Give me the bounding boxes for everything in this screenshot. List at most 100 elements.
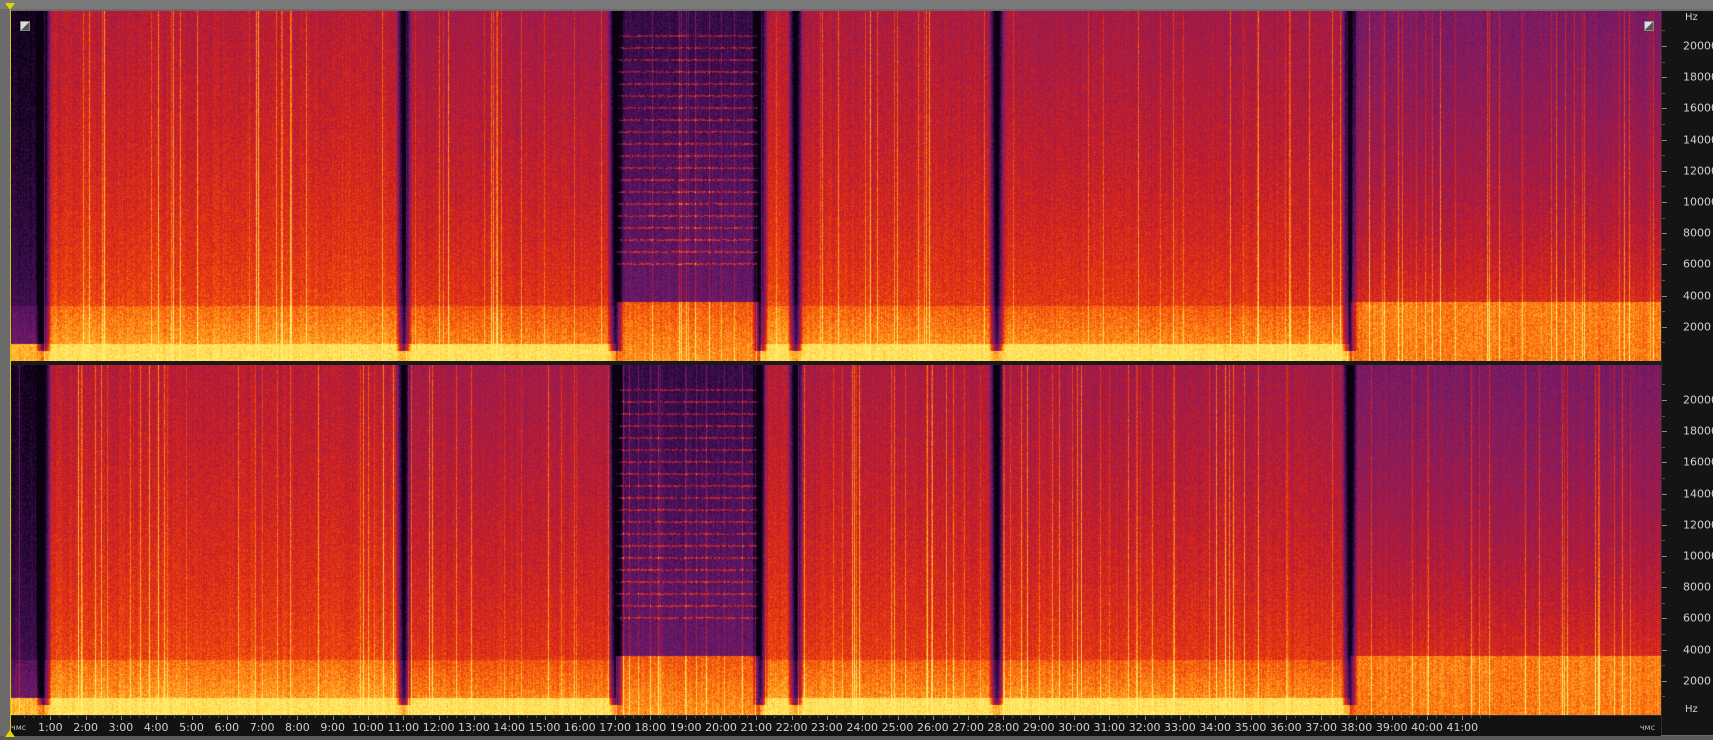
time-minor-tick <box>1065 716 1067 718</box>
frequency-tick-label: 12000 <box>1683 164 1713 178</box>
time-tick-label: 22:00 <box>775 721 808 734</box>
time-tick <box>473 716 475 720</box>
time-tick-label: 39:00 <box>1375 721 1408 734</box>
time-minor-tick <box>668 716 670 718</box>
time-tick <box>438 716 440 720</box>
time-minor-tick <box>323 716 325 718</box>
frequency-minor-tick <box>1662 540 1665 542</box>
time-tick-label: 40:00 <box>1411 721 1443 734</box>
time-tick <box>1215 716 1217 720</box>
time-minor-tick <box>1268 716 1270 718</box>
time-minor-tick <box>1444 716 1446 718</box>
frequency-tick-label: 10000 <box>1683 549 1713 563</box>
time-tick-label: 4:00 <box>143 721 169 734</box>
time-minor-tick <box>412 716 414 718</box>
time-tick-label: 19:00 <box>669 721 702 734</box>
time-tick-label: 7:00 <box>249 721 275 734</box>
frequency-minor-tick <box>1662 155 1665 157</box>
time-minor-tick <box>941 716 943 718</box>
spectrogram-canvas-top[interactable] <box>11 11 1661 361</box>
time-minor-tick <box>23 716 25 718</box>
time-tick-label: 28:00 <box>987 721 1020 734</box>
time-tick <box>1003 716 1005 720</box>
time-tick-label: 15:00 <box>528 721 561 734</box>
frequency-tick-label: 20000 <box>1683 39 1713 53</box>
frequency-tick <box>1662 649 1667 651</box>
time-tick-label: 34:00 <box>1199 721 1232 734</box>
frequency-tick-label: 2000 <box>1683 674 1711 688</box>
time-format-label: чмс <box>1639 723 1655 732</box>
time-minor-tick <box>1259 716 1261 718</box>
frequency-minor-tick <box>1662 415 1665 417</box>
time-minor-tick <box>623 716 625 718</box>
time-minor-tick <box>994 716 996 718</box>
time-minor-tick <box>315 716 317 718</box>
time-tick <box>1144 716 1146 720</box>
frequency-tick-label: 2000 <box>1683 320 1711 334</box>
time-tick <box>685 716 687 720</box>
time-minor-tick <box>1409 716 1411 718</box>
time-minor-tick <box>465 716 467 718</box>
time-minor-tick <box>1082 716 1084 718</box>
time-minor-tick <box>1241 716 1243 718</box>
time-tick <box>579 716 581 720</box>
time-minor-tick <box>500 716 502 718</box>
time-tick-label: 11:00 <box>387 721 420 734</box>
time-tick-label: 36:00 <box>1269 721 1302 734</box>
time-minor-tick <box>1206 716 1208 718</box>
time-tick-label: 10:00 <box>352 721 384 734</box>
frequency-tick <box>1662 170 1667 172</box>
time-tick <box>1391 716 1393 720</box>
playhead-marker-icon[interactable] <box>5 3 15 10</box>
time-minor-tick <box>1188 716 1190 718</box>
time-minor-tick <box>1047 716 1049 718</box>
time-minor-tick <box>535 716 537 718</box>
time-tick-label: 27:00 <box>952 721 984 734</box>
time-tick <box>509 716 511 720</box>
zoom-corner-icon[interactable] <box>1644 21 1654 31</box>
time-minor-tick <box>923 716 925 718</box>
time-minor-tick <box>41 716 43 718</box>
frequency-tick-label: 6000 <box>1683 611 1711 625</box>
frequency-tick-label: 16000 <box>1683 101 1713 115</box>
zoom-corner-icon[interactable] <box>20 21 30 31</box>
time-minor-tick <box>809 716 811 718</box>
time-minor-tick <box>376 716 378 718</box>
time-tick-label: 14:00 <box>493 721 526 734</box>
time-ruler[interactable]: чмс чмс 1:00 2:00 3:00 4:00 5:00 6:00 7:00 8:00… <box>11 715 1661 736</box>
time-minor-tick <box>853 716 855 718</box>
time-tick <box>1038 716 1040 720</box>
time-minor-tick <box>147 716 149 718</box>
spectrogram-canvas-bottom[interactable] <box>11 365 1661 715</box>
spectrogram-channel-bottom[interactable] <box>11 365 1661 715</box>
time-tick <box>1250 716 1252 720</box>
time-tick <box>191 716 193 720</box>
frequency-tick-label: 16000 <box>1683 455 1713 469</box>
time-minor-tick <box>888 716 890 718</box>
frequency-tick <box>1662 399 1667 401</box>
time-tick-label: 1:00 <box>37 721 63 734</box>
time-minor-tick <box>235 716 237 718</box>
frequency-tick <box>1662 462 1667 464</box>
frequency-tick-label: 18000 <box>1683 70 1713 84</box>
time-minor-tick <box>59 716 61 718</box>
time-minor-tick <box>1091 716 1093 718</box>
frequency-ruler[interactable]: Hz Hz 20000 18000 16000 14000 12000 10000 8000… <box>1661 11 1713 735</box>
time-tick <box>968 716 970 720</box>
frequency-minor-tick <box>1662 311 1665 313</box>
playhead-line[interactable] <box>10 10 11 735</box>
time-tick <box>1356 716 1358 720</box>
time-minor-tick <box>182 716 184 718</box>
spectrogram-channel-top[interactable] <box>11 11 1661 361</box>
time-tick-label: 24:00 <box>846 721 879 734</box>
time-minor-tick <box>447 716 449 718</box>
time-minor-tick <box>562 716 564 718</box>
frequency-tick-label: 18000 <box>1683 424 1713 438</box>
playhead-marker-icon[interactable] <box>5 730 15 737</box>
time-minor-tick <box>518 716 520 718</box>
time-tick <box>1321 716 1323 720</box>
frequency-minor-tick <box>1662 279 1665 281</box>
time-minor-tick <box>1056 716 1058 718</box>
frequency-minor-tick <box>1662 186 1665 188</box>
time-minor-tick <box>1029 716 1031 718</box>
